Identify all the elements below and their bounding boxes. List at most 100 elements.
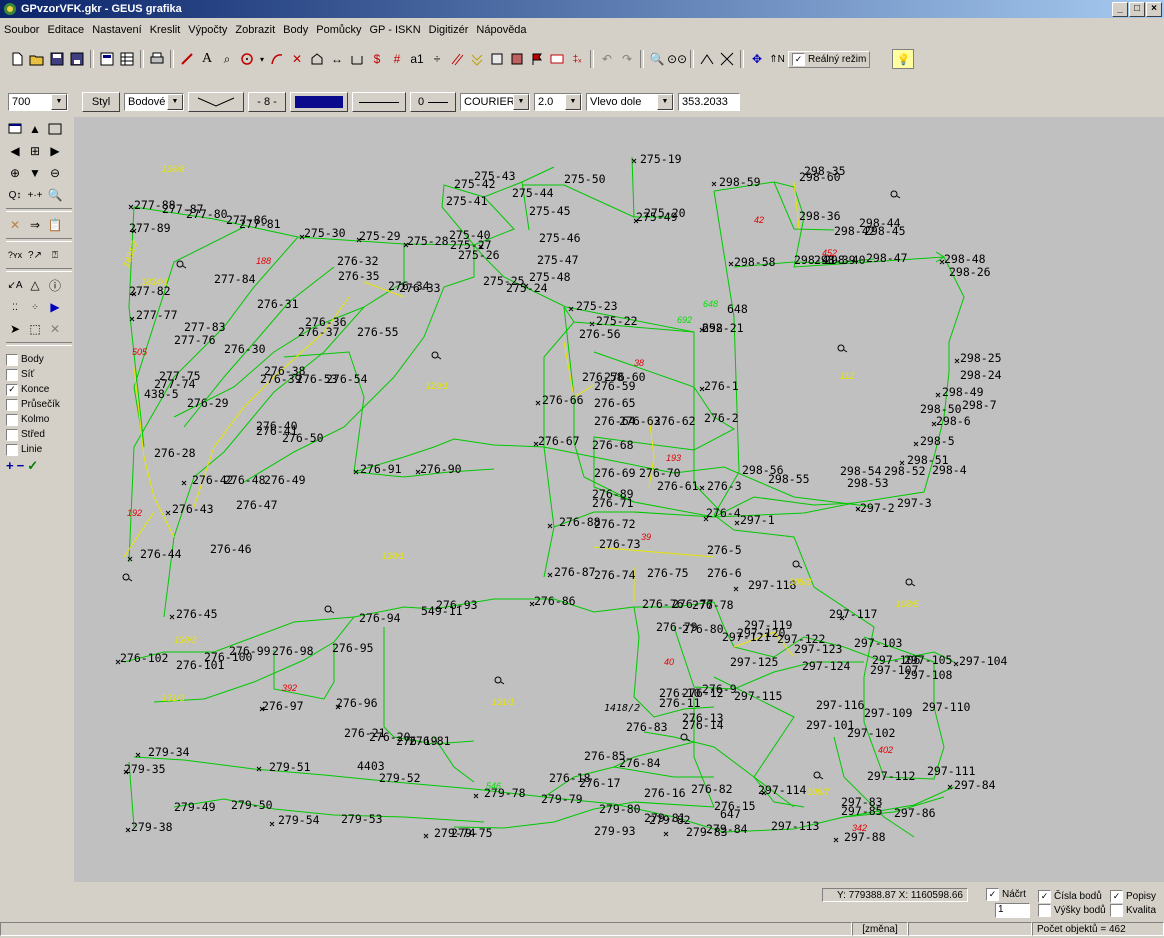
- style-button[interactable]: Styl: [82, 92, 120, 112]
- points-icon[interactable]: ⁚⁚: [6, 298, 24, 316]
- menu-nastaveni[interactable]: Nastavení: [88, 24, 146, 36]
- plus-icon[interactable]: +: [6, 458, 14, 473]
- text-tool-icon[interactable]: A: [198, 50, 216, 68]
- select-box-icon[interactable]: ⬚: [26, 320, 44, 338]
- legend-icon[interactable]: [548, 50, 566, 68]
- nacist-input[interactable]: 1: [995, 903, 1030, 918]
- kvalita-checkbox[interactable]: Kvalita: [1110, 904, 1156, 917]
- menu-kreslit[interactable]: Kreslit: [146, 24, 185, 36]
- intersection-icon[interactable]: #: [388, 50, 406, 68]
- search-point-icon[interactable]: ⌕: [218, 50, 236, 68]
- zoom-all-icon[interactable]: ⊞: [26, 142, 44, 160]
- table-icon[interactable]: [118, 50, 136, 68]
- angle-measure-icon[interactable]: ↙A: [6, 276, 24, 294]
- snap-sit[interactable]: Síť: [6, 367, 72, 382]
- north-arrow-icon[interactable]: ⇑N: [768, 50, 786, 68]
- snap-body[interactable]: Body: [6, 352, 72, 367]
- realny-rezim-checkbox[interactable]: ✓ Reálný režim: [788, 50, 871, 68]
- save-all-icon[interactable]: [68, 50, 86, 68]
- flag-icon[interactable]: [528, 50, 546, 68]
- minimize-button[interactable]: _: [1112, 2, 1128, 17]
- cancel-icon[interactable]: ✕: [46, 320, 64, 338]
- select-cross-icon[interactable]: ✕: [6, 216, 24, 234]
- orthogonal-icon[interactable]: [348, 50, 366, 68]
- snap-linie[interactable]: Linie: [6, 442, 72, 457]
- delete-text-icon[interactable]: ‡ₓ: [568, 50, 586, 68]
- lightbulb-icon[interactable]: 💡: [892, 49, 915, 69]
- menu-editace[interactable]: Editace: [43, 24, 88, 36]
- save-icon[interactable]: [48, 50, 66, 68]
- divide-icon[interactable]: ÷: [428, 50, 446, 68]
- layer-select[interactable]: 700 ▼: [8, 93, 68, 111]
- confirm-icon[interactable]: ✓: [27, 458, 38, 474]
- angle-icon[interactable]: [698, 50, 716, 68]
- line-style-button[interactable]: [188, 92, 244, 112]
- parallel-icon[interactable]: [448, 50, 466, 68]
- open-folder-icon[interactable]: [28, 50, 46, 68]
- label-tool[interactable]: a1: [408, 50, 426, 68]
- zoom-window-icon[interactable]: [46, 120, 64, 138]
- cisla-bodu-checkbox[interactable]: ✓ Čísla bodů: [1038, 890, 1102, 903]
- realny-check[interactable]: ✓: [792, 52, 805, 66]
- building-icon[interactable]: [308, 50, 326, 68]
- vysky-bodu-checkbox[interactable]: Výšky bodů: [1038, 904, 1106, 917]
- minus-icon[interactable]: −: [17, 458, 25, 473]
- measure-distance-icon[interactable]: ↔: [328, 50, 346, 68]
- cross-point-icon[interactable]: ✕: [288, 50, 306, 68]
- nacist-checkbox[interactable]: ✓ Náčrt: [986, 888, 1026, 901]
- menu-vypocty[interactable]: Výpočty: [184, 24, 231, 36]
- zoom-in-icon[interactable]: ⊕: [6, 164, 24, 182]
- snap-stred[interactable]: Střed: [6, 427, 72, 442]
- dropdown-arrow-icon[interactable]: ▾: [258, 50, 266, 68]
- split-line-icon[interactable]: $: [368, 50, 386, 68]
- pan-down-icon[interactable]: ▼: [26, 164, 44, 182]
- frame-icon[interactable]: [488, 50, 506, 68]
- curve-tool-icon[interactable]: [268, 50, 286, 68]
- query-area-icon[interactable]: ⍰: [46, 246, 64, 264]
- print-icon[interactable]: [148, 50, 166, 68]
- draw-line-icon[interactable]: [178, 50, 196, 68]
- zoom-out-icon[interactable]: ⊖: [46, 164, 64, 182]
- zoom-previous-icon[interactable]: Q↕: [6, 186, 24, 204]
- font-size-select[interactable]: 2.0 ▼: [534, 93, 582, 111]
- clipboard-icon[interactable]: 📋: [46, 216, 64, 234]
- select-arrow-icon[interactable]: ⇒: [26, 216, 44, 234]
- menu-napoveda[interactable]: Nápověda: [472, 24, 530, 36]
- maximize-button[interactable]: □: [1129, 2, 1145, 17]
- cross-lines-icon[interactable]: [718, 50, 736, 68]
- menu-soubor[interactable]: Soubor: [0, 24, 43, 36]
- pan-up-icon[interactable]: ▲: [26, 120, 44, 138]
- map-drawing[interactable]: 277-88 277-87 277-89 277-80 277-86 277-8…: [74, 117, 1164, 882]
- step-button[interactable]: - 8 -: [248, 92, 286, 112]
- menu-gp-iskn[interactable]: GP - ISKN: [366, 24, 425, 36]
- font-select[interactable]: COURIER ▼: [460, 93, 530, 111]
- zoom-realtime-icon[interactable]: 🔍: [46, 186, 64, 204]
- popisy-checkbox[interactable]: ✓ Popisy: [1110, 890, 1156, 903]
- zoom-center-icon[interactable]: +·+: [26, 186, 44, 204]
- anchor-select[interactable]: Vlevo dole ▼: [586, 93, 674, 111]
- snap-kolmo[interactable]: Kolmo: [6, 412, 72, 427]
- binoculars-icon[interactable]: ⊙⊙: [667, 50, 687, 68]
- map-canvas[interactable]: 277-88 277-87 277-89 277-80 277-86 277-8…: [74, 117, 1164, 882]
- angle-field[interactable]: 353.2033: [678, 93, 740, 111]
- window-icon[interactable]: [6, 120, 24, 138]
- find-icon[interactable]: 🔍: [648, 50, 666, 68]
- redo-icon[interactable]: ↷: [618, 50, 636, 68]
- circle-tool-icon[interactable]: [238, 50, 256, 68]
- pointer-icon[interactable]: ➤: [6, 320, 24, 338]
- new-file-icon[interactable]: [8, 50, 26, 68]
- snap-konce[interactable]: ✓ Konce: [6, 382, 72, 397]
- menu-zobrazit[interactable]: Zobrazit: [231, 24, 279, 36]
- point-type-select[interactable]: Bodové ▼: [124, 93, 184, 111]
- play-icon[interactable]: ▶: [46, 298, 64, 316]
- points-select-icon[interactable]: ⁘: [26, 298, 44, 316]
- snap-prusecik[interactable]: Průsečík: [6, 397, 72, 412]
- hatch-icon[interactable]: [508, 50, 526, 68]
- chevron-icon[interactable]: [468, 50, 486, 68]
- query-distance-icon[interactable]: ?↗: [26, 246, 44, 264]
- pan-right-icon[interactable]: ▶: [46, 142, 64, 160]
- close-button[interactable]: ×: [1146, 2, 1162, 17]
- menu-pomucky[interactable]: Pomůcky: [312, 24, 365, 36]
- line-type-button[interactable]: [352, 92, 406, 112]
- menu-body[interactable]: Body: [279, 24, 312, 36]
